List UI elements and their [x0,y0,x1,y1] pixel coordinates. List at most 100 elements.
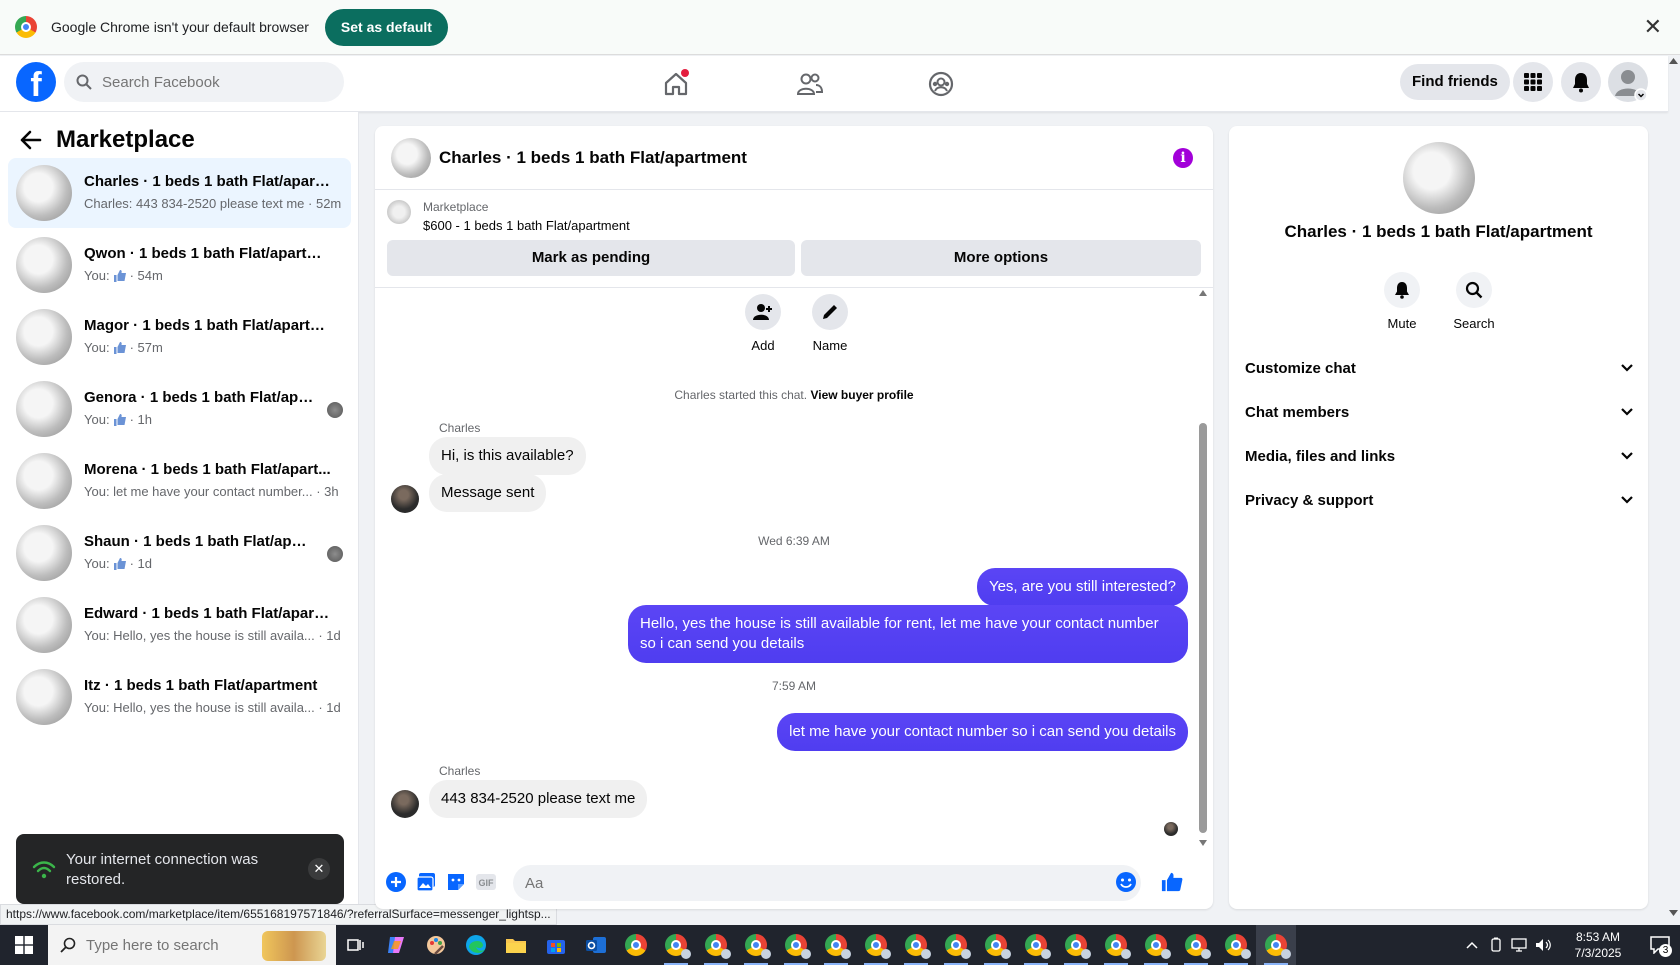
outgoing-message[interactable]: let me have your contact number so i can… [777,713,1188,751]
taskbar-search[interactable] [48,925,336,965]
facebook-logo[interactable]: f [16,62,56,102]
friends-icon[interactable] [792,66,828,102]
groups-icon[interactable] [923,66,959,102]
incoming-message[interactable]: 443 834-2520 please text me [429,780,648,818]
conversation-item[interactable]: Genora · 1 beds 1 bath Flat/apar... You:… [8,374,351,444]
privacy-support-row[interactable]: Privacy & support [1245,480,1634,520]
info-icon[interactable]: i [1173,148,1193,168]
account-icon[interactable] [1608,62,1648,102]
chrome-profile-window[interactable] [656,925,696,965]
conversation-item[interactable]: Morena · 1 beds 1 bath Flat/apart... You… [8,446,351,516]
listing-avatar [16,669,72,725]
view-buyer-profile-link[interactable]: View buyer profile [810,388,913,402]
chrome-profile-window[interactable] [936,925,976,965]
windows-start-icon[interactable] [0,925,48,965]
page-scroll-up-icon[interactable] [1669,58,1678,64]
copilot-icon[interactable] [376,925,416,965]
notifications-icon[interactable] [1561,62,1601,102]
chrome-profile-window[interactable] [1216,925,1256,965]
conversation-item[interactable]: Charles · 1 beds 1 bath Flat/apartm... C… [8,158,351,228]
more-options-button[interactable]: More options [801,240,1201,276]
conversation-preview: You: · 1d [84,556,152,571]
edge-icon[interactable] [456,925,496,965]
action-center-icon[interactable]: 3 [1640,925,1680,965]
close-icon[interactable]: ✕ [308,858,330,880]
outgoing-message[interactable]: Hello, yes the house is still available … [628,605,1188,663]
scroll-down-arrow-icon[interactable] [1199,840,1207,846]
gif-icon[interactable]: GIF [475,871,497,893]
listing-avatar [16,525,72,581]
network-icon[interactable] [1508,937,1532,953]
mute-action[interactable]: Mute [1372,272,1432,331]
listing-avatar[interactable] [1403,142,1475,214]
page-scroll-down-icon[interactable] [1669,910,1678,916]
taskbar-search-input[interactable] [86,936,246,954]
chat-window: Charles · 1 beds 1 bath Flat/apartment i… [375,126,1213,909]
volume-icon[interactable] [1532,937,1556,953]
microsoft-store-icon[interactable] [536,925,576,965]
chrome-profile-window[interactable] [696,925,736,965]
conversation-item[interactable]: Itz · 1 beds 1 bath Flat/apartment You: … [8,662,351,732]
chrome-default-browser-bar: Google Chrome isn't your default browser… [0,0,1680,55]
mark-as-pending-button[interactable]: Mark as pending [387,240,795,276]
edit-name-action[interactable]: Name [800,294,860,353]
chrome-profile-window[interactable] [776,925,816,965]
chrome-profile-window[interactable] [976,925,1016,965]
emoji-icon[interactable] [1115,871,1137,893]
chrome-profile-window[interactable] [856,925,896,965]
plus-circle-icon[interactable] [385,871,407,893]
task-view-icon[interactable] [336,925,376,965]
back-arrow-icon[interactable] [20,130,42,150]
search-input[interactable] [102,73,302,91]
incoming-message[interactable]: Message sent [429,474,547,512]
chrome-app-icon[interactable] [616,925,656,965]
chrome-profile-window[interactable] [1176,925,1216,965]
chrome-profile-window[interactable] [1016,925,1056,965]
search-in-chat-action[interactable]: Search [1444,272,1504,331]
taskbar-clock[interactable]: 8:53 AM 7/3/2025 [1556,929,1640,961]
chrome-profile-window[interactable] [1056,925,1096,965]
conversation-item[interactable]: Magor · 1 beds 1 bath Flat/apartm... You… [8,302,351,372]
listing-avatar[interactable] [391,138,431,178]
chrome-profile-window-active[interactable] [1256,925,1296,965]
chrome-profile-window[interactable] [736,925,776,965]
add-people-action[interactable]: Add [733,294,793,353]
battery-icon[interactable] [1484,937,1508,953]
customize-chat-row[interactable]: Customize chat [1245,348,1634,388]
chevron-up-icon[interactable] [1460,939,1484,951]
home-icon[interactable] [658,66,694,102]
chrome-profile-window[interactable] [1096,925,1136,965]
chrome-profile-window[interactable] [816,925,856,965]
sender-avatar[interactable] [391,485,419,513]
thumbs-up-icon [113,414,126,426]
file-explorer-icon[interactable] [496,925,536,965]
preview-time: · 1d [129,556,152,571]
thumbs-up-icon[interactable] [1161,871,1183,893]
find-friends-button[interactable]: Find friends [1400,64,1510,100]
close-icon[interactable]: ✕ [1644,14,1662,40]
conversation-item[interactable]: Edward · 1 beds 1 bath Flat/apartm... Yo… [8,590,351,660]
chat-members-row[interactable]: Chat members [1245,392,1634,432]
outgoing-message[interactable]: Yes, are you still interested? [976,568,1188,606]
message-input[interactable] [513,865,1141,901]
toast-message: Your internet connection was restored. [66,851,259,888]
chrome-logo-icon [15,16,37,38]
paint-icon[interactable] [416,925,456,965]
chrome-profile-window[interactable] [1136,925,1176,965]
sticker-icon[interactable] [445,871,467,893]
outlook-icon[interactable] [576,925,616,965]
incoming-message[interactable]: Hi, is this available? [429,437,586,475]
scroll-up-arrow-icon[interactable] [1199,290,1207,296]
scroll-thumb[interactable] [1199,423,1207,833]
sender-avatar[interactable] [391,790,419,818]
chat-title[interactable]: Charles · 1 beds 1 bath Flat/apartment [439,148,747,168]
thread-scrollbar[interactable] [1199,288,1207,848]
conversation-item[interactable]: Qwon · 1 beds 1 bath Flat/apartment You:… [8,230,351,300]
chrome-profile-window[interactable] [896,925,936,965]
photo-icon[interactable] [415,871,437,893]
media-files-links-row[interactable]: Media, files and links [1245,436,1634,476]
conversation-item[interactable]: Shaun · 1 beds 1 bath Flat/apart... You:… [8,518,351,588]
menu-grid-icon[interactable] [1513,62,1553,102]
set-as-default-button[interactable]: Set as default [324,8,448,46]
facebook-search-box[interactable] [64,62,344,102]
